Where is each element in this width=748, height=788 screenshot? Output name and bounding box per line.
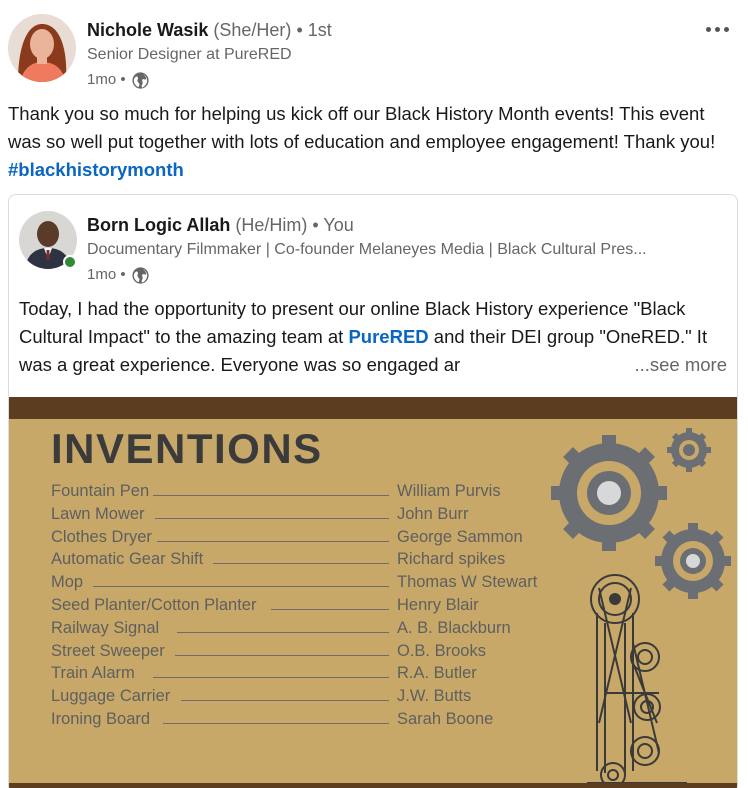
globe-icon: [131, 266, 150, 285]
list-item: Lawn Mower John Burr: [51, 504, 591, 528]
inventor-name: Thomas W Stewart: [397, 573, 538, 592]
globe-icon: [131, 71, 150, 90]
inventor-name: R.A. Butler: [397, 664, 477, 683]
author-name[interactable]: Nichole Wasik: [87, 20, 208, 40]
inventor-name: John Burr: [397, 504, 469, 523]
shared-author-degree: • You: [312, 215, 354, 235]
list-item: Mop Thomas W Stewart: [51, 573, 591, 596]
inventor-name: Henry Blair: [397, 595, 479, 614]
inventions-list: Fountain Pen William Purvis Lawn Mower Joh…: [51, 482, 591, 733]
inventor-name: William Purvis: [397, 482, 501, 500]
invention-name: Ironing Board: [51, 709, 155, 729]
inventor-name: Sarah Boone: [397, 709, 494, 728]
shared-post-header: Born Logic Allah (He/Him) • You Document…: [19, 211, 729, 284]
hashtag-link[interactable]: #blackhistorymonth: [8, 159, 184, 180]
post-header: Nichole Wasik (She/Her) • 1st Senior Des…: [8, 14, 740, 90]
list-item: Fountain Pen William Purvis: [51, 482, 591, 505]
shared-author-pronouns: (He/Him): [235, 215, 308, 235]
gears-illustration: [547, 423, 737, 788]
inventions-graphic[interactable]: INVENTIONS Fountain Pen William Purvis La…: [9, 397, 737, 788]
shared-post-time-line: 1mo •: [87, 265, 717, 285]
author-pronouns: (She/Her): [213, 20, 292, 40]
invention-name: Mop: [51, 573, 88, 593]
author-meta: Nichole Wasik (She/Her) • 1st Senior Des…: [87, 18, 332, 90]
list-item: Automatic Gear Shift Richard spikes: [51, 550, 591, 573]
author-headline: Senior Designer at PureRED: [87, 46, 292, 63]
shared-author-name[interactable]: Born Logic Allah: [87, 215, 230, 235]
list-item: Street Sweeper O.B. Brooks: [51, 641, 591, 665]
author-name-line: Nichole Wasik (She/Her) • 1st: [87, 18, 332, 42]
shared-post-time: 1mo •: [87, 266, 126, 283]
invention-name: Railway Signal: [51, 618, 164, 638]
list-item: Luggage Carrier J.W. Butts: [51, 687, 591, 710]
shared-author-meta: Born Logic Allah (He/Him) • You Document…: [87, 213, 717, 285]
online-status-indicator: [63, 255, 77, 269]
inventor-name: A. B. Blackburn: [397, 618, 511, 637]
invention-name: Train Alarm: [51, 664, 139, 684]
inventor-name: J.W. Butts: [397, 687, 472, 706]
small-gear-icon: [667, 428, 711, 472]
invention-name: Fountain Pen: [51, 482, 154, 501]
invention-name: Automatic Gear Shift: [51, 550, 208, 570]
medium-gear-icon: [655, 523, 731, 599]
invention-name: Clothes Dryer: [51, 527, 156, 547]
post-time: 1mo •: [87, 71, 126, 88]
invention-name: Luggage Carrier: [51, 687, 175, 707]
post-text: Thank you so much for helping us kick of…: [8, 100, 738, 184]
list-item: Train Alarm R.A. Butler: [51, 664, 591, 687]
inventor-name: George Sammon: [397, 527, 523, 546]
shared-author-avatar[interactable]: [19, 211, 77, 269]
graphic-bottom-bar: [9, 783, 737, 788]
company-mention-link[interactable]: PureRED: [348, 326, 428, 347]
list-item: Clothes Dryer George Sammon: [51, 527, 591, 551]
invention-name: Lawn Mower: [51, 504, 149, 524]
graphic-title: INVENTIONS: [51, 425, 323, 472]
shared-post-card[interactable]: Born Logic Allah (He/Him) • You Document…: [8, 194, 738, 788]
shared-author-headline: Documentary Filmmaker | Co-founder Melan…: [87, 241, 647, 258]
invention-name: Street Sweeper: [51, 641, 169, 661]
more-options-icon[interactable]: [700, 18, 734, 40]
shared-post-text: Today, I had the opportunity to present …: [19, 295, 727, 379]
graphic-top-bar: [9, 397, 737, 419]
list-item: Railway Signal A. B. Blackburn: [51, 618, 591, 642]
post-time-line: 1mo •: [87, 70, 332, 90]
large-gear-icon: [551, 435, 667, 551]
author-avatar[interactable]: [8, 14, 76, 82]
shared-author-name-line: Born Logic Allah (He/Him) • You: [87, 213, 717, 237]
list-item: Ironing Board Sarah Boone: [51, 709, 591, 733]
machine-illustration: [587, 574, 687, 788]
connection-degree: • 1st: [296, 20, 332, 40]
post-body: Thank you so much for helping us kick of…: [8, 103, 716, 152]
inventor-name: Richard spikes: [397, 550, 506, 569]
list-item: Seed Planter/Cotton Planter Henry Blair: [51, 595, 591, 619]
inventor-name: O.B. Brooks: [397, 641, 486, 660]
invention-name: Seed Planter/Cotton Planter: [51, 595, 261, 615]
see-more-button[interactable]: ...see more: [620, 351, 727, 379]
